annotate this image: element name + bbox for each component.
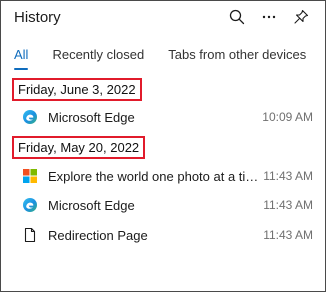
edge-icon xyxy=(22,109,38,125)
history-item-time: 10:09 AM xyxy=(262,110,313,124)
history-item-time: 11:43 AM xyxy=(263,228,313,242)
date-header: Friday, May 20, 2022 xyxy=(12,136,146,159)
history-item-title: Redirection Page xyxy=(48,227,148,243)
tab-other-devices[interactable]: Tabs from other devices xyxy=(168,47,306,70)
history-item-title: Microsoft Edge xyxy=(48,197,135,213)
date-header: Friday, June 3, 2022 xyxy=(12,78,142,101)
history-panel: History All Recently closed Tabs from ot… xyxy=(0,0,326,292)
history-item[interactable]: Explore the world one photo at a time | … xyxy=(1,161,325,191)
history-item-title: Explore the world one photo at a time | … xyxy=(48,168,263,184)
history-tabs: All Recently closed Tabs from other devi… xyxy=(14,47,306,70)
search-icon[interactable] xyxy=(227,7,247,27)
tab-recently-closed[interactable]: Recently closed xyxy=(52,47,144,70)
history-item-time: 11:43 AM xyxy=(263,169,313,183)
tab-all[interactable]: All xyxy=(14,47,29,70)
panel-title: History xyxy=(14,9,61,26)
history-item[interactable]: Microsoft Edge 10:09 AM xyxy=(1,102,325,132)
history-item-title: Microsoft Edge xyxy=(48,109,135,125)
history-item[interactable]: Redirection Page 11:43 AM xyxy=(1,220,325,250)
header-actions xyxy=(227,7,311,27)
microsoft-logo-icon xyxy=(22,168,38,184)
edge-icon xyxy=(22,197,38,213)
page-icon xyxy=(22,227,38,243)
history-item-time: 11:43 AM xyxy=(263,198,313,212)
history-item[interactable]: Microsoft Edge 11:43 AM xyxy=(1,190,325,220)
more-options-icon[interactable] xyxy=(259,7,279,27)
pin-icon[interactable] xyxy=(291,7,311,27)
